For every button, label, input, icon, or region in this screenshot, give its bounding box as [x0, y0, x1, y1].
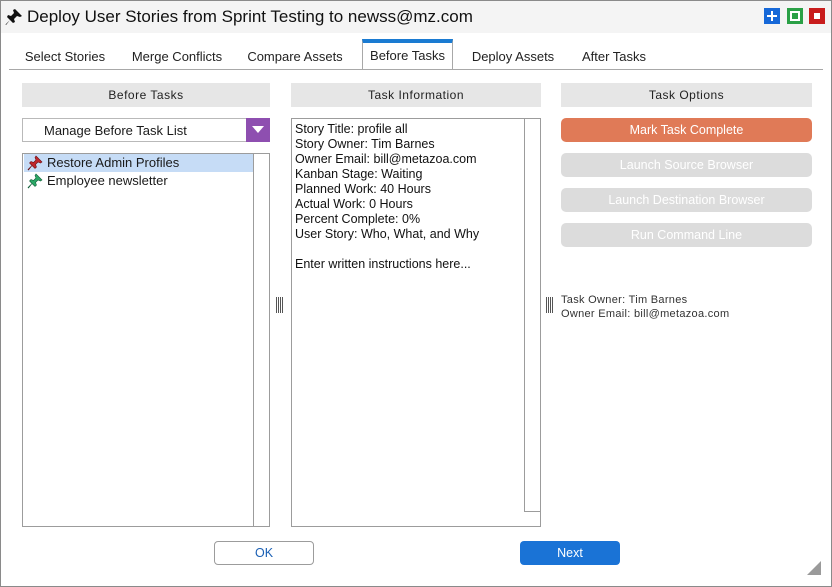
add-icon [767, 11, 777, 21]
list-item[interactable]: Restore Admin Profiles [24, 154, 254, 172]
task-information-scrollbar[interactable] [524, 119, 540, 512]
pushpin-icon [5, 9, 22, 25]
tab-select-stories[interactable]: Select Stories [15, 45, 115, 69]
list-item[interactable]: Employee newsletter [24, 172, 254, 190]
task-label: Restore Admin Profiles [47, 155, 180, 170]
dropdown-toggle[interactable] [246, 118, 270, 142]
info-line: Story Title: profile all [295, 122, 408, 136]
dropdown-label: Manage Before Task List [44, 123, 187, 138]
task-owner-text: Task Owner: Tim Barnes [561, 294, 688, 306]
info-line: Kanban Stage: Waiting [295, 167, 423, 181]
task-list-scrollbar[interactable] [253, 154, 269, 526]
ok-button[interactable]: OK [214, 541, 314, 565]
tab-compare-assets[interactable]: Compare Assets [239, 45, 351, 69]
close-button[interactable] [809, 8, 825, 24]
info-line: Owner Email: bill@metazoa.com [295, 152, 477, 166]
task-information-text: Story Title: profile all Story Owner: Ti… [295, 122, 523, 272]
info-line: Actual Work: 0 Hours [295, 197, 413, 211]
add-window-button[interactable] [764, 8, 780, 24]
next-button[interactable]: Next [520, 541, 620, 565]
maximize-button[interactable] [787, 8, 803, 24]
tab-deploy-assets[interactable]: Deploy Assets [464, 45, 562, 69]
run-command-line-button[interactable]: Run Command Line [561, 223, 812, 247]
info-line: Story Owner: Tim Barnes [295, 137, 435, 151]
manage-task-list-dropdown[interactable]: Manage Before Task List [22, 118, 270, 142]
tab-after-tasks[interactable]: After Tasks [571, 45, 657, 69]
info-line: User Story: Who, What, and Why [295, 227, 480, 241]
owner-email-text: Owner Email: bill@metazoa.com [561, 308, 730, 320]
mark-task-complete-button[interactable]: Mark Task Complete [561, 118, 812, 142]
resize-grip-icon[interactable] [807, 561, 821, 575]
before-task-list[interactable]: Restore Admin Profiles Employee newslett… [22, 153, 270, 527]
tab-before-tasks[interactable]: Before Tasks [362, 39, 453, 69]
before-tasks-header: Before Tasks [22, 83, 270, 107]
launch-source-browser-button[interactable]: Launch Source Browser [561, 153, 812, 177]
red-pushpin-icon [27, 155, 43, 171]
left-splitter-handle[interactable] [275, 297, 285, 313]
info-line: Percent Complete: 0% [295, 212, 421, 226]
tab-merge-conflicts[interactable]: Merge Conflicts [123, 45, 231, 69]
info-line: Enter written instructions here... [295, 257, 471, 271]
info-line [295, 242, 523, 257]
task-options-header: Task Options [561, 83, 812, 107]
launch-destination-browser-button[interactable]: Launch Destination Browser [561, 188, 812, 212]
task-information-header: Task Information [291, 83, 541, 107]
window-title: Deploy User Stories from Sprint Testing … [27, 7, 473, 26]
maximize-icon [790, 11, 800, 21]
task-owner-info: Task Owner: Tim Barnes Owner Email: bill… [561, 293, 729, 321]
tab-bar: Select Stories Merge Conflicts Compare A… [9, 39, 823, 70]
task-label: Employee newsletter [47, 173, 168, 188]
info-line: Planned Work: 40 Hours [295, 182, 431, 196]
right-splitter-handle[interactable] [545, 297, 555, 313]
close-icon [814, 13, 820, 19]
chevron-down-icon [252, 126, 264, 133]
green-pushpin-icon [27, 173, 43, 189]
title-bar: Deploy User Stories from Sprint Testing … [1, 1, 831, 33]
task-information-textarea[interactable]: Story Title: profile all Story Owner: Ti… [291, 118, 541, 527]
deploy-dialog: Deploy User Stories from Sprint Testing … [0, 0, 832, 587]
